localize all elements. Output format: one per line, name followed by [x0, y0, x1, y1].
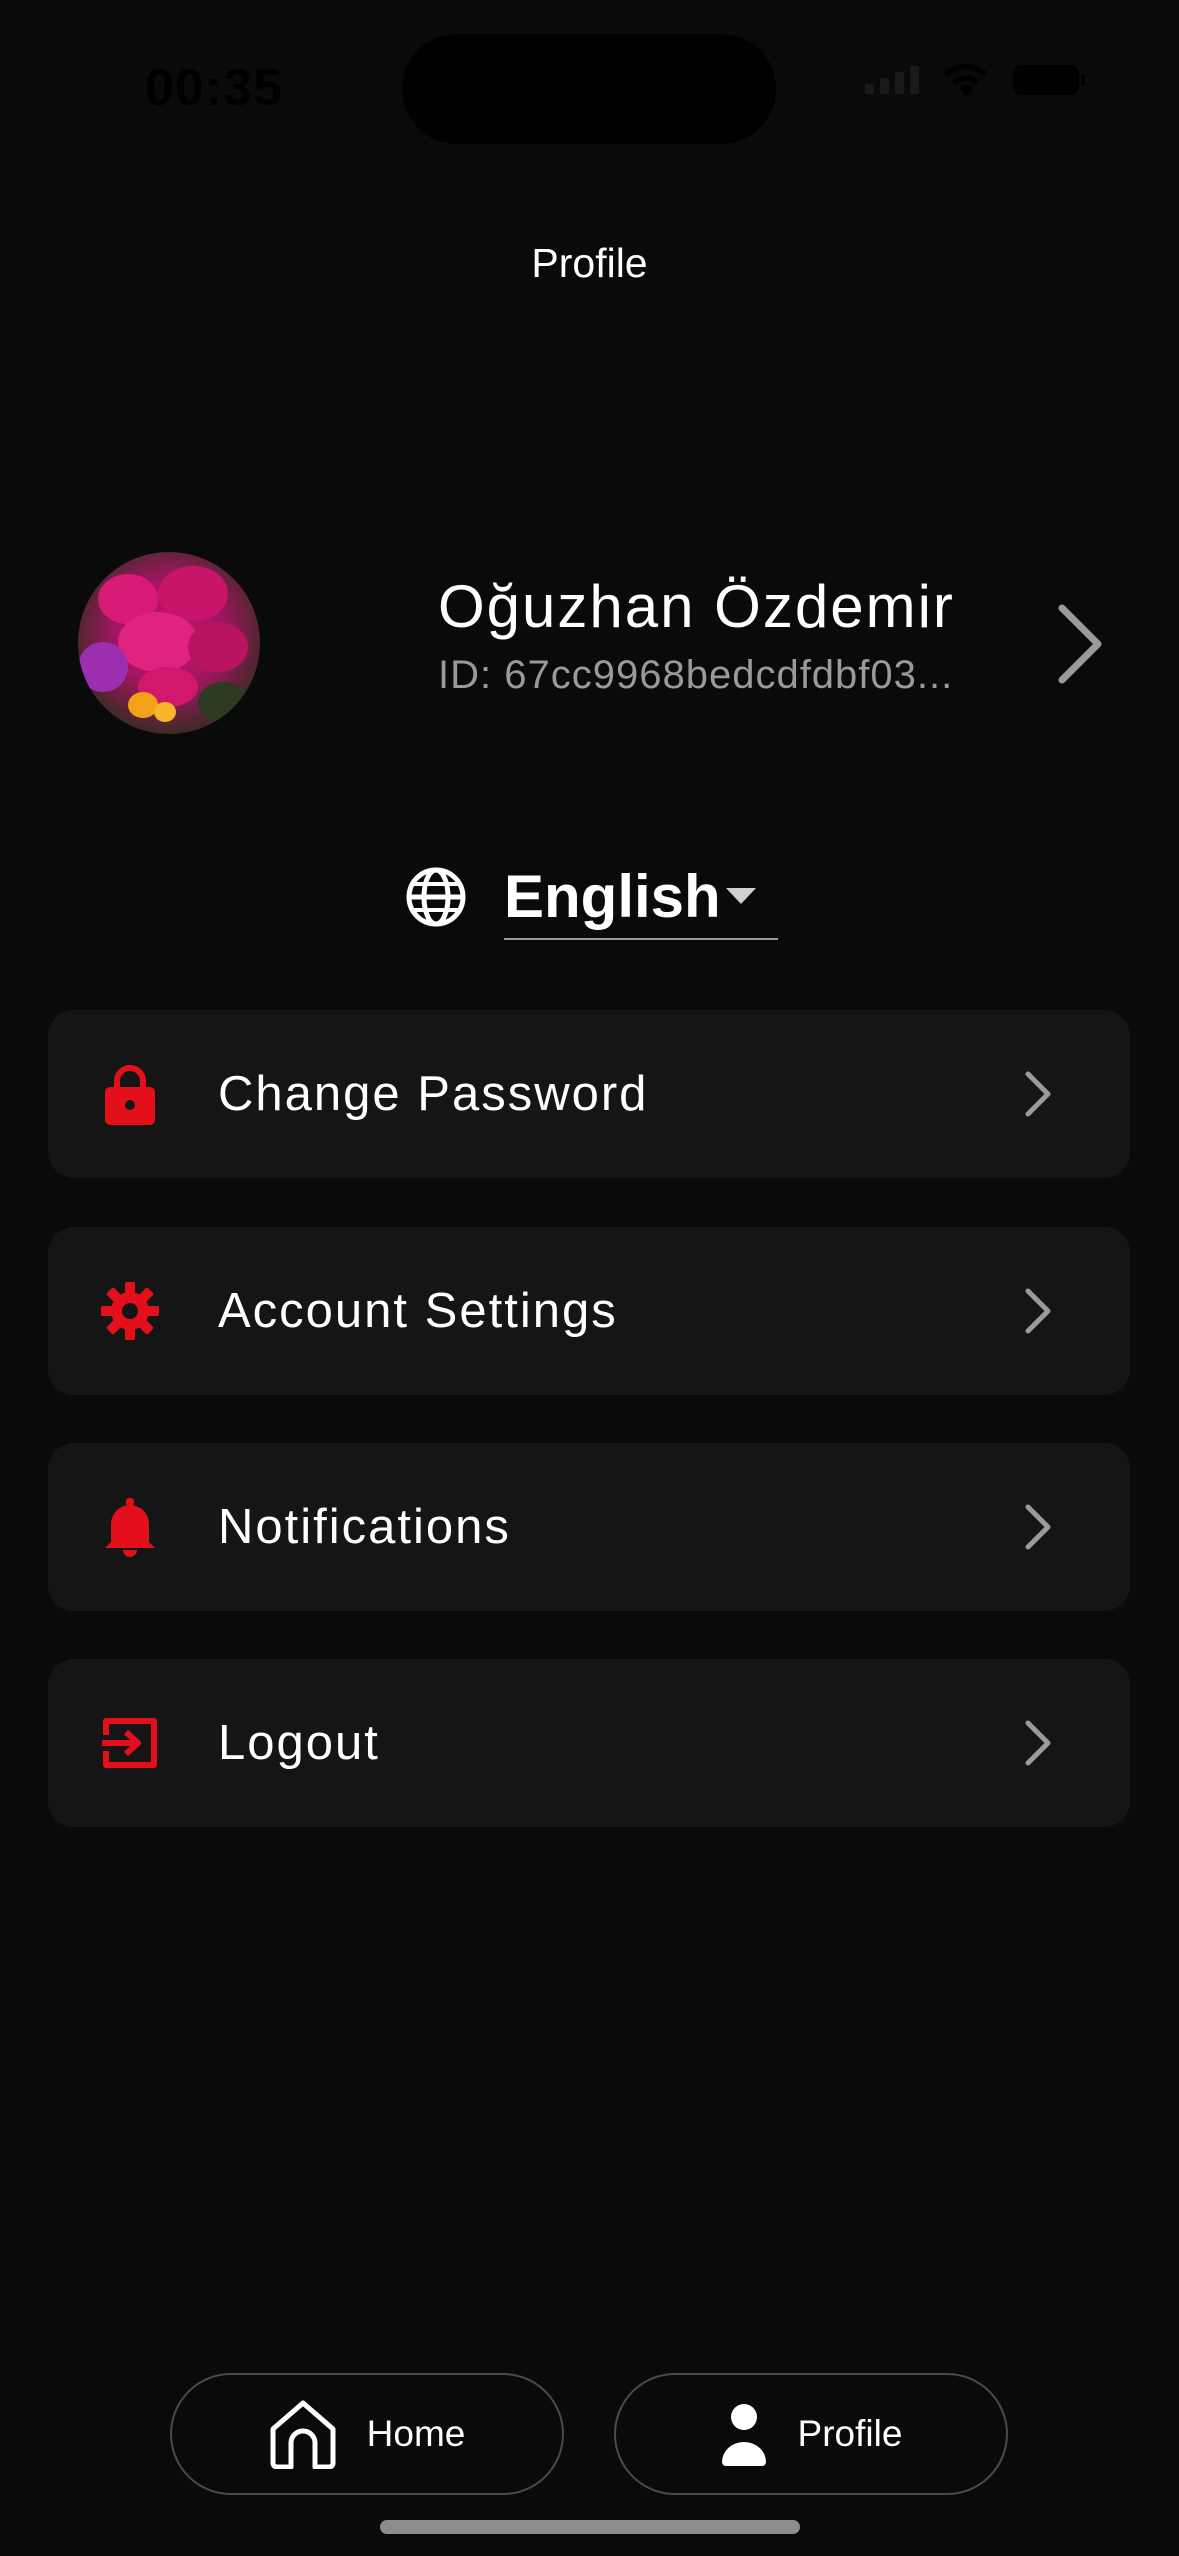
- avatar: [78, 552, 260, 734]
- chevron-right-icon: [1025, 1071, 1051, 1117]
- page-title: Profile: [531, 240, 648, 286]
- menu-item-label: Notifications: [218, 1500, 511, 1554]
- profile-summary[interactable]: Oğuzhan Özdemir ID: 67cc9968bedcdfdbf03.…: [78, 552, 1108, 734]
- logout-icon: [100, 1711, 160, 1775]
- cellular-signal-icon: [865, 66, 919, 94]
- wifi-icon: [944, 63, 988, 96]
- caret-down-icon: [726, 888, 756, 904]
- battery-icon: [1013, 65, 1085, 95]
- person-icon: [720, 2402, 768, 2466]
- chevron-right-icon: [1025, 1504, 1051, 1550]
- chevron-right-icon: [1025, 1720, 1051, 1766]
- gear-icon: [100, 1279, 160, 1343]
- chevron-right-icon: [1025, 1288, 1051, 1334]
- dynamic-island: [402, 34, 776, 144]
- home-indicator: [380, 2520, 800, 2534]
- menu-item-label: Account Settings: [218, 1284, 618, 1338]
- menu-item-logout[interactable]: Logout: [48, 1659, 1130, 1827]
- profile-id: ID: 67cc9968bedcdfdbf03...: [438, 653, 954, 697]
- menu-item-label: Change Password: [218, 1067, 649, 1121]
- nav-profile-button[interactable]: Profile: [614, 2373, 1008, 2495]
- profile-text: Oğuzhan Özdemir ID: 67cc9968bedcdfdbf03.…: [438, 572, 955, 700]
- menu-item-change-password[interactable]: Change Password: [48, 1010, 1130, 1178]
- menu-item-notifications[interactable]: Notifications: [48, 1443, 1130, 1611]
- language-value: English: [504, 862, 721, 930]
- chevron-right-icon[interactable]: [1048, 602, 1108, 686]
- lock-icon: [100, 1062, 160, 1126]
- language-selector-row: English: [404, 852, 778, 942]
- home-icon: [269, 2399, 337, 2469]
- nav-home-button[interactable]: Home: [170, 2373, 564, 2495]
- nav-home-label: Home: [366, 2413, 466, 2454]
- menu-item-label: Logout: [218, 1716, 380, 1770]
- profile-name: Oğuzhan Özdemir: [438, 573, 955, 640]
- menu-item-account-settings[interactable]: Account Settings: [48, 1227, 1130, 1395]
- language-dropdown[interactable]: English: [504, 854, 778, 940]
- status-time: 00:35: [145, 59, 283, 117]
- status-icons: [865, 62, 1085, 98]
- nav-profile-label: Profile: [797, 2413, 903, 2454]
- globe-icon: [406, 867, 466, 927]
- bell-icon: [100, 1495, 160, 1559]
